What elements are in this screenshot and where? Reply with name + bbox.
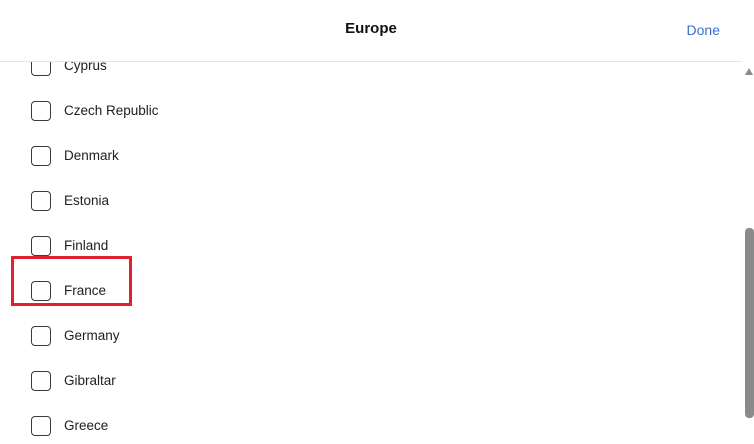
checkbox[interactable] bbox=[31, 416, 51, 436]
scrollbar[interactable] bbox=[742, 62, 754, 444]
checkbox[interactable] bbox=[31, 62, 51, 76]
country-item-denmark[interactable]: Denmark bbox=[0, 135, 742, 180]
country-label: Czech Republic bbox=[64, 103, 159, 118]
country-list: Cyprus Czech Republic Denmark Estonia Fi… bbox=[0, 62, 742, 444]
checkbox[interactable] bbox=[31, 101, 51, 121]
country-item-france[interactable]: France bbox=[0, 270, 742, 315]
country-item-cyprus[interactable]: Cyprus bbox=[0, 62, 742, 90]
country-label: Finland bbox=[64, 238, 109, 253]
country-label: Estonia bbox=[64, 193, 110, 208]
country-item-gibraltar[interactable]: Gibraltar bbox=[0, 360, 742, 405]
country-label: Cyprus bbox=[64, 62, 107, 73]
checkbox[interactable] bbox=[31, 371, 51, 391]
country-item-czech-republic[interactable]: Czech Republic bbox=[0, 90, 742, 135]
scrollbar-thumb[interactable] bbox=[745, 228, 754, 418]
scroll-up-arrow-icon[interactable] bbox=[745, 68, 753, 75]
country-item-finland[interactable]: Finland bbox=[0, 225, 742, 270]
checkbox[interactable] bbox=[31, 326, 51, 346]
dialog-title: Europe bbox=[345, 20, 397, 37]
country-label: France bbox=[64, 283, 107, 298]
checkbox[interactable] bbox=[31, 281, 51, 301]
country-item-estonia[interactable]: Estonia bbox=[0, 180, 742, 225]
checkbox[interactable] bbox=[31, 236, 51, 256]
done-button[interactable]: Done bbox=[687, 22, 720, 38]
country-label: Denmark bbox=[64, 148, 119, 163]
country-label: Germany bbox=[64, 328, 120, 343]
checkbox[interactable] bbox=[31, 146, 51, 166]
dialog-header: Europe Done bbox=[0, 0, 742, 62]
region-dialog: Europe Done Cyprus Czech Republic Denmar… bbox=[0, 0, 754, 444]
country-item-germany[interactable]: Germany bbox=[0, 315, 742, 360]
country-item-greece[interactable]: Greece bbox=[0, 405, 742, 444]
country-list-viewport: Cyprus Czech Republic Denmark Estonia Fi… bbox=[0, 62, 742, 444]
checkbox[interactable] bbox=[31, 191, 51, 211]
country-label: Greece bbox=[64, 418, 109, 433]
country-label: Gibraltar bbox=[64, 373, 116, 388]
